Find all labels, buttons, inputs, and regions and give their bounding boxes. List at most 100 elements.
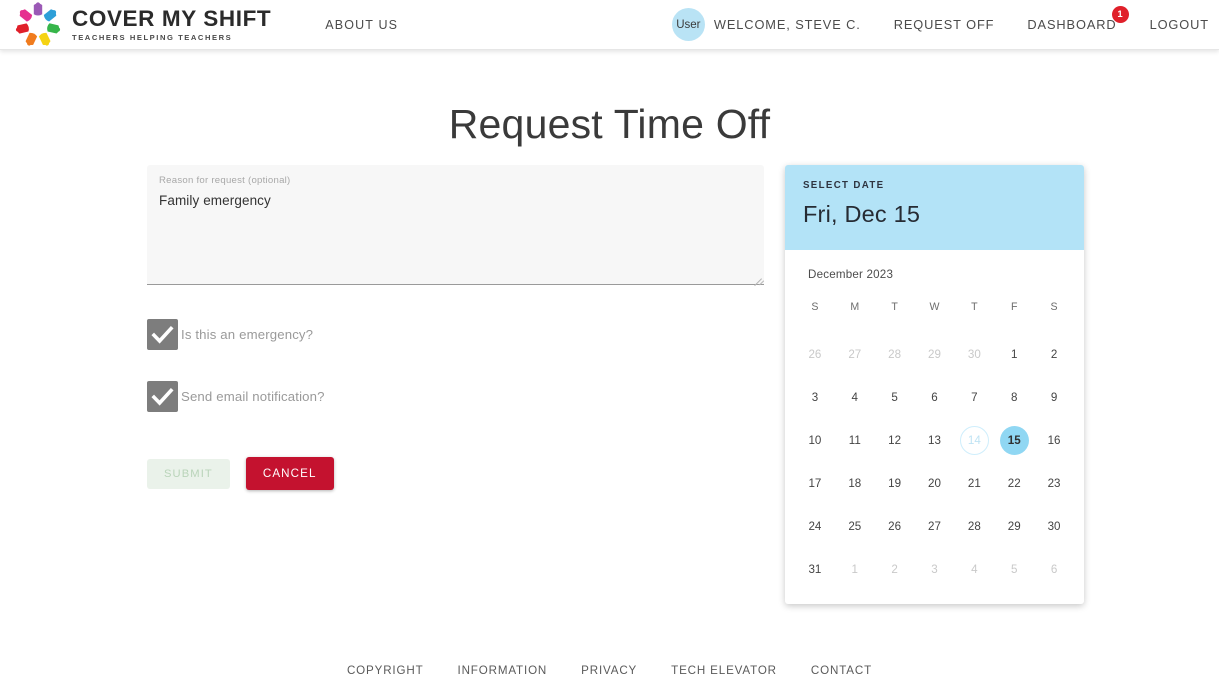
calendar-day[interactable]: 12 [880, 426, 909, 455]
calendar-day[interactable]: 9 [1040, 383, 1069, 412]
reason-textarea[interactable]: Reason for request (optional) Family eme… [147, 165, 765, 287]
calendar-day[interactable]: 20 [920, 469, 949, 498]
calendar-cell: 3 [915, 548, 955, 591]
calendar-day[interactable]: 1 [1000, 340, 1029, 369]
avatar[interactable]: User [671, 8, 705, 41]
email-notification-checkbox-row[interactable]: Send email notification? [147, 381, 764, 412]
select-date-eyebrow: SELECT DATE [803, 180, 885, 191]
calendar-day[interactable]: 2 [1040, 340, 1069, 369]
calendar-day[interactable]: 13 [920, 426, 949, 455]
calendar-cell: 27 [915, 505, 955, 548]
calendar-day-name: T [891, 301, 898, 313]
calendar-day[interactable]: 16 [1040, 426, 1069, 455]
footer-link[interactable]: COPYRIGHT [347, 664, 424, 677]
calendar-day[interactable]: 24 [800, 512, 829, 541]
footer-link[interactable]: PRIVACY [581, 664, 637, 677]
calendar-day[interactable]: 27 [920, 512, 949, 541]
calendar-cell: 13 [915, 419, 955, 462]
calendar-cell: 29 [994, 505, 1034, 548]
notification-badge: 1 [1111, 6, 1129, 23]
calendar-cell: 19 [875, 462, 915, 505]
footer-link[interactable]: TECH ELEVATOR [671, 664, 777, 677]
calendar-cell: 4 [835, 376, 875, 419]
calendar-cell: 1 [835, 548, 875, 591]
brand-title: COVER MY SHIFT [72, 6, 272, 32]
calendar-cell: 28 [875, 333, 915, 376]
reason-value: Family emergency [159, 193, 271, 208]
calendar-day: 3 [931, 563, 938, 576]
calendar-day[interactable]: 18 [840, 469, 869, 498]
calendar-cell: 22 [994, 462, 1034, 505]
brand-text: COVER MY SHIFT TEACHERS HELPING TEACHERS [72, 7, 271, 42]
calendar-day-name: M [850, 301, 860, 313]
calendar-month-label[interactable]: December 2023 [785, 250, 1084, 281]
calendar-day[interactable]: 29 [1000, 512, 1029, 541]
calendar-day[interactable]: 4 [840, 383, 869, 412]
calendar-day[interactable]: 5 [880, 383, 909, 412]
calendar-day[interactable]: 22 [1000, 469, 1029, 498]
calendar-day-name: S [811, 301, 819, 313]
emergency-checkbox-label: Is this an emergency? [181, 327, 314, 342]
calendar-day[interactable]: 8 [1000, 383, 1029, 412]
brand-logo-link[interactable]: COVER MY SHIFT TEACHERS HELPING TEACHERS [14, 1, 271, 48]
calendar-cell: 31 [795, 548, 835, 591]
nav-item-dashboard[interactable]: DASHBOARD 1 [1027, 6, 1129, 32]
emergency-checkbox-row[interactable]: Is this an emergency? [147, 319, 764, 350]
calendar-day[interactable]: 7 [960, 383, 989, 412]
calendar-cell: 6 [915, 376, 955, 419]
calendar-day: 2 [891, 563, 898, 576]
brand-tagline: TEACHERS HELPING TEACHERS [72, 32, 233, 42]
calendar-day-name: W [929, 301, 940, 313]
footer-link[interactable]: INFORMATION [458, 664, 548, 677]
calendar-day: 27 [848, 348, 862, 361]
nav-item-request-off[interactable]: REQUEST OFF [894, 17, 995, 32]
date-picker-header: SELECT DATE Fri, Dec 15 [785, 165, 1084, 250]
textarea-resize-handle[interactable] [750, 269, 765, 287]
calendar-day[interactable]: 23 [1040, 469, 1069, 498]
reason-label: Reason for request (optional) [159, 175, 291, 186]
date-picker-card: SELECT DATE Fri, Dec 15 December 2023 S M… [785, 165, 1084, 604]
calendar-cell: 21 [954, 462, 994, 505]
calendar-day[interactable]: 3 [800, 383, 829, 412]
calendar-day[interactable]: 17 [800, 469, 829, 498]
header-right-nav: User WELCOME, STEVE C. REQUEST OFF DASHB… [671, 6, 1209, 41]
calendar-cell: 28 [954, 505, 994, 548]
calendar-day-selected[interactable]: 15 [999, 426, 1029, 455]
calendar-cell: 26 [875, 505, 915, 548]
emergency-checkbox[interactable] [147, 319, 178, 350]
calendar-day-name: F [1010, 301, 1018, 313]
calendar-cell: 16 [1034, 419, 1074, 462]
calendar-day[interactable]: 31 [800, 555, 829, 584]
calendar-day[interactable]: 30 [1040, 512, 1069, 541]
calendar-cell: 18 [835, 462, 875, 505]
calendar-day[interactable]: 11 [840, 426, 869, 455]
calendar-day-name: T [971, 301, 978, 313]
calendar-day: 6 [1050, 563, 1058, 576]
calendar-cell: 23 [1034, 462, 1074, 505]
nav-item-about-us[interactable]: ABOUT US [325, 18, 398, 32]
calendar-day[interactable]: 21 [960, 469, 989, 498]
submit-button[interactable]: SUBMIT [147, 458, 230, 489]
calendar-cell: 5 [994, 548, 1034, 591]
email-notification-checkbox[interactable] [147, 381, 178, 412]
calendar-cell: 27 [835, 333, 875, 376]
footer-link[interactable]: CONTACT [811, 664, 872, 677]
calendar-cell: 29 [915, 333, 955, 376]
calendar-cell: 30 [1034, 505, 1074, 548]
time-off-form: Reason for request (optional) Family eme… [147, 165, 765, 490]
calendar-day[interactable]: 10 [800, 426, 829, 455]
calendar-cell: 17 [795, 462, 835, 505]
site-header: COVER MY SHIFT TEACHERS HELPING TEACHERS… [0, 0, 1219, 50]
selected-date-display[interactable]: Fri, Dec 15 [803, 201, 1066, 228]
calendar-day[interactable]: 6 [920, 383, 949, 412]
cover-my-shift-logo-icon [14, 1, 62, 48]
calendar-day[interactable]: 25 [840, 512, 869, 541]
calendar-day[interactable]: 19 [880, 469, 909, 498]
calendar-day-grid: 26 27 28 29 30 1 2 3 4 5 6 7 8 9 10 11 12 13 14 15 16 17 18 19 2… [785, 333, 1084, 591]
calendar-day[interactable]: 28 [960, 512, 989, 541]
form-actions: SUBMIT CANCEL [147, 457, 764, 490]
calendar-day-today[interactable]: 14 [959, 426, 989, 455]
nav-item-logout[interactable]: LOGOUT [1150, 17, 1209, 32]
cancel-button[interactable]: CANCEL [245, 457, 334, 490]
calendar-day[interactable]: 26 [880, 512, 909, 541]
